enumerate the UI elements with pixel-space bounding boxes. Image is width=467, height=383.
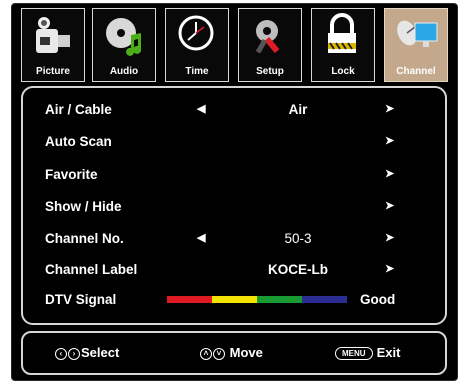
signal-segment-yellow: [212, 296, 257, 303]
tab-label: Channel: [396, 66, 436, 77]
tab-lock[interactable]: Lock: [311, 8, 375, 82]
menu-item-label: DTV Signal: [45, 292, 117, 307]
up-button-icon: ˄: [200, 347, 212, 360]
tab-label: Lock: [331, 66, 355, 77]
down-button-icon: ˅: [213, 347, 225, 360]
signal-segment-green: [257, 296, 302, 303]
menu-item-channel-label[interactable]: Channel Label KOCE-Lb ➤: [23, 258, 445, 282]
menu-item-favorite[interactable]: Favorite ➤: [23, 163, 445, 187]
signal-segment-red: [167, 296, 212, 303]
right-arrow-icon[interactable]: ➤: [385, 167, 394, 180]
left-arrow-icon[interactable]: ◀: [197, 231, 205, 244]
menu-item-value: 50-3: [284, 231, 312, 246]
signal-segment-blue: [302, 296, 347, 303]
help-move: ˄ ˅ Move: [200, 345, 263, 360]
menu-item-auto-scan[interactable]: Auto Scan ➤: [23, 130, 445, 154]
right-arrow-icon[interactable]: ➤: [385, 134, 394, 147]
padlock-icon: [328, 13, 356, 53]
footer-help-bar: ‹ › Select ˄ ˅ Move MENU Exit: [21, 331, 447, 375]
tab-label: Setup: [256, 66, 284, 77]
help-exit: MENU Exit: [335, 345, 401, 361]
help-move-label: Move: [229, 345, 263, 360]
menu-item-air-cable[interactable]: Air / Cable ◀ Air ➤: [23, 98, 445, 122]
menu-item-value: KOCE-Lb: [268, 262, 328, 277]
tab-label: Time: [185, 66, 209, 77]
menu-tabs: Picture Audio Time Setup Lock Channel: [21, 8, 448, 84]
menu-item-channel-no[interactable]: Channel No. ◀ 50-3 ➤: [23, 227, 445, 251]
menu-item-label: Channel Label: [45, 262, 138, 277]
tab-channel[interactable]: Channel: [384, 8, 448, 82]
music-disc-icon: [106, 18, 142, 56]
tab-picture[interactable]: Picture: [21, 8, 85, 82]
menu-item-label: Auto Scan: [45, 134, 112, 149]
menu-item-value: Air: [288, 102, 308, 117]
menu-item-label: Air / Cable: [45, 102, 112, 117]
menu-key-icon: MENU: [335, 347, 373, 361]
satellite-dish-icon: [397, 20, 438, 47]
help-select: ‹ › Select: [55, 345, 119, 360]
signal-strength-bar: [167, 296, 347, 303]
help-select-label: Select: [81, 345, 120, 360]
tools-icon: [255, 20, 280, 54]
clock-icon: [178, 15, 214, 51]
tab-time[interactable]: Time: [165, 8, 229, 82]
camcorder-icon: [36, 17, 70, 53]
tab-label: Picture: [36, 66, 70, 77]
help-exit-label: Exit: [376, 345, 401, 360]
right-arrow-icon[interactable]: ➤: [385, 102, 394, 115]
tab-audio[interactable]: Audio: [92, 8, 156, 82]
channel-menu-panel: Air / Cable ◀ Air ➤ Auto Scan ➤ Favorite…: [21, 86, 447, 325]
tab-setup[interactable]: Setup: [238, 8, 302, 82]
menu-item-show-hide[interactable]: Show / Hide ➤: [23, 195, 445, 219]
right-button-icon: ›: [68, 347, 80, 360]
right-arrow-icon[interactable]: ➤: [385, 231, 394, 244]
right-arrow-icon[interactable]: ➤: [385, 199, 394, 212]
left-button-icon: ‹: [55, 347, 67, 360]
signal-quality-label: Good: [360, 292, 396, 307]
right-arrow-icon[interactable]: ➤: [385, 262, 394, 275]
menu-item-label: Show / Hide: [45, 199, 122, 214]
tab-label: Audio: [109, 66, 139, 77]
menu-item-label: Favorite: [45, 167, 98, 182]
menu-item-dtv-signal: DTV Signal Good: [23, 288, 445, 312]
menu-item-label: Channel No.: [45, 231, 124, 246]
left-arrow-icon[interactable]: ◀: [197, 102, 205, 115]
